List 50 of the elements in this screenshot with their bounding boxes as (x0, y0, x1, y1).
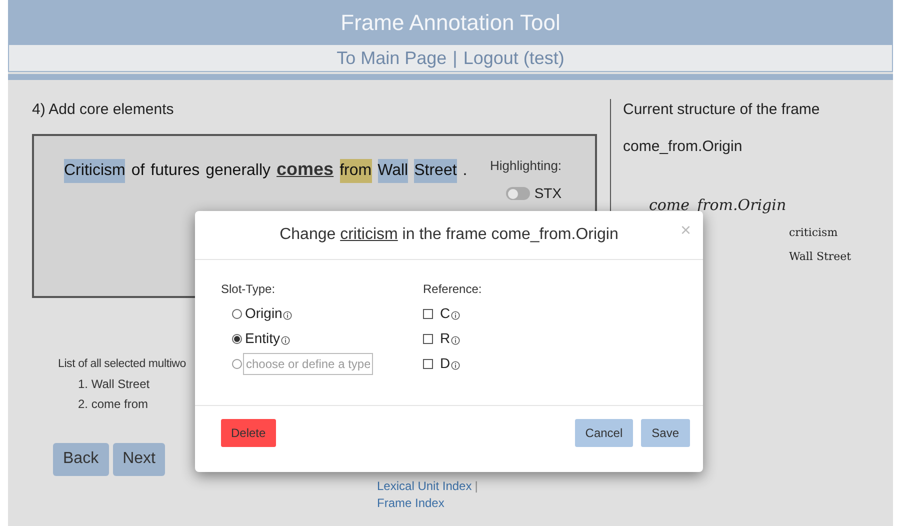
option-label: D (440, 354, 450, 373)
info-icon[interactable] (451, 310, 460, 320)
list-item: 1. Wall Street (78, 376, 150, 393)
field-label: Reference: (423, 281, 483, 298)
toggle-switch[interactable] (506, 187, 530, 200)
cancel-button[interactable]: Cancel (575, 419, 633, 447)
sentence-word[interactable]: futures (150, 158, 200, 182)
separator: | (452, 46, 458, 70)
checkbox[interactable] (423, 358, 433, 368)
separator: | (474, 478, 478, 495)
field-label: Slot-Type: (221, 281, 276, 298)
save-button[interactable]: Save (640, 419, 690, 447)
highlighting-label: Highlighting: (490, 156, 562, 175)
sentence-word[interactable]: . (462, 158, 468, 182)
step-heading: 4) Add core elements (32, 100, 175, 120)
sentence-word[interactable]: of (131, 158, 145, 182)
footer-link[interactable]: Lexical Unit Index (377, 478, 472, 495)
option-label: Origin (245, 304, 282, 323)
info-icon[interactable] (451, 336, 460, 344)
list-item: 2. come from (78, 396, 148, 413)
sentence-word[interactable]: Wall (378, 158, 408, 182)
info-icon[interactable] (281, 336, 290, 344)
sentence-word[interactable]: generally (206, 158, 271, 182)
nav-button[interactable]: Next (112, 442, 166, 476)
footer-link[interactable]: Frame Index (377, 495, 444, 512)
nav-button[interactable]: Back (53, 442, 109, 476)
tree-label: come_from.Origin (649, 195, 786, 216)
page-title: Frame Annotation Tool (340, 8, 560, 36)
option-label: C (440, 304, 450, 323)
info-icon[interactable] (451, 360, 460, 370)
structure-heading: Current structure of the frame (623, 100, 821, 120)
sentence-word[interactable]: Street (414, 158, 457, 182)
info-icon[interactable] (283, 310, 292, 320)
list-title: List of all selected multiwo (58, 356, 186, 372)
toggle-label: STX (534, 184, 562, 203)
dialog-title: Change criticism in the frame come_from.Origin (280, 225, 618, 245)
radio-button[interactable] (232, 308, 242, 318)
radio-button[interactable] (232, 334, 242, 344)
delete-button[interactable]: Delete (221, 419, 276, 447)
frame-name: come_from.Origin (623, 136, 744, 156)
radio-button[interactable] (232, 358, 242, 368)
tree-label: Wall Street (789, 249, 852, 265)
tree-label: criticism (789, 224, 838, 240)
sentence-word[interactable]: Criticism (64, 158, 126, 182)
type-input-field[interactable]: choose or define a type (243, 352, 373, 374)
option-label: R (440, 329, 450, 348)
checkbox[interactable] (423, 334, 433, 344)
sentence-word[interactable]: comes (276, 156, 334, 182)
checkbox[interactable] (423, 308, 433, 318)
option-label: Entity (245, 329, 280, 348)
